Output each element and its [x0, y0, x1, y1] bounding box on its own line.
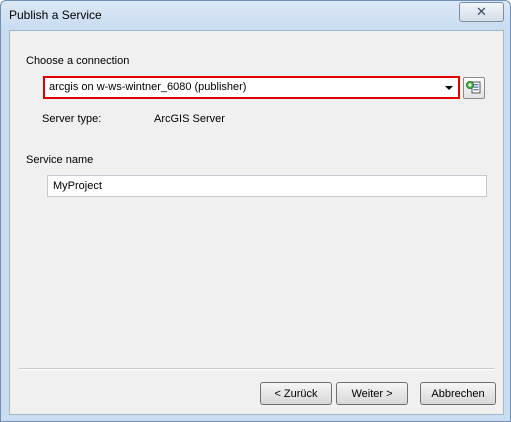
server-type-value: ArcGIS Server: [154, 113, 225, 125]
connection-select-value: arcgis on w-ws-wintner_6080 (publisher): [49, 81, 247, 93]
back-button[interactable]: < Zurück: [260, 382, 332, 405]
service-name-field[interactable]: MyProject: [47, 175, 487, 197]
window-title: Publish a Service: [9, 8, 102, 22]
chevron-down-icon[interactable]: [445, 86, 453, 90]
connection-label: Choose a connection: [26, 55, 130, 67]
cancel-button-label: Abbrechen: [431, 387, 485, 400]
dialog-window: Publish a Service ✕ Choose a connection …: [0, 0, 511, 422]
title-bar[interactable]: Publish a Service ✕: [1, 1, 510, 29]
close-button[interactable]: ✕: [459, 2, 504, 22]
add-connection-icon: [466, 81, 481, 94]
service-name-value: MyProject: [53, 180, 102, 192]
connection-select[interactable]: arcgis on w-ws-wintner_6080 (publisher): [43, 76, 460, 99]
add-connection-button[interactable]: [463, 77, 485, 99]
footer-divider: [19, 368, 494, 370]
dialog-content: Choose a connection arcgis on w-ws-wintn…: [9, 30, 504, 415]
server-type-label: Server type:: [42, 113, 102, 125]
back-button-label: < Zurück: [274, 387, 318, 400]
close-icon: ✕: [476, 4, 487, 19]
service-name-heading: Service name: [26, 154, 94, 166]
next-button[interactable]: Weiter >: [336, 382, 408, 405]
cancel-button[interactable]: Abbrechen: [420, 382, 496, 405]
next-button-label: Weiter >: [351, 387, 393, 400]
